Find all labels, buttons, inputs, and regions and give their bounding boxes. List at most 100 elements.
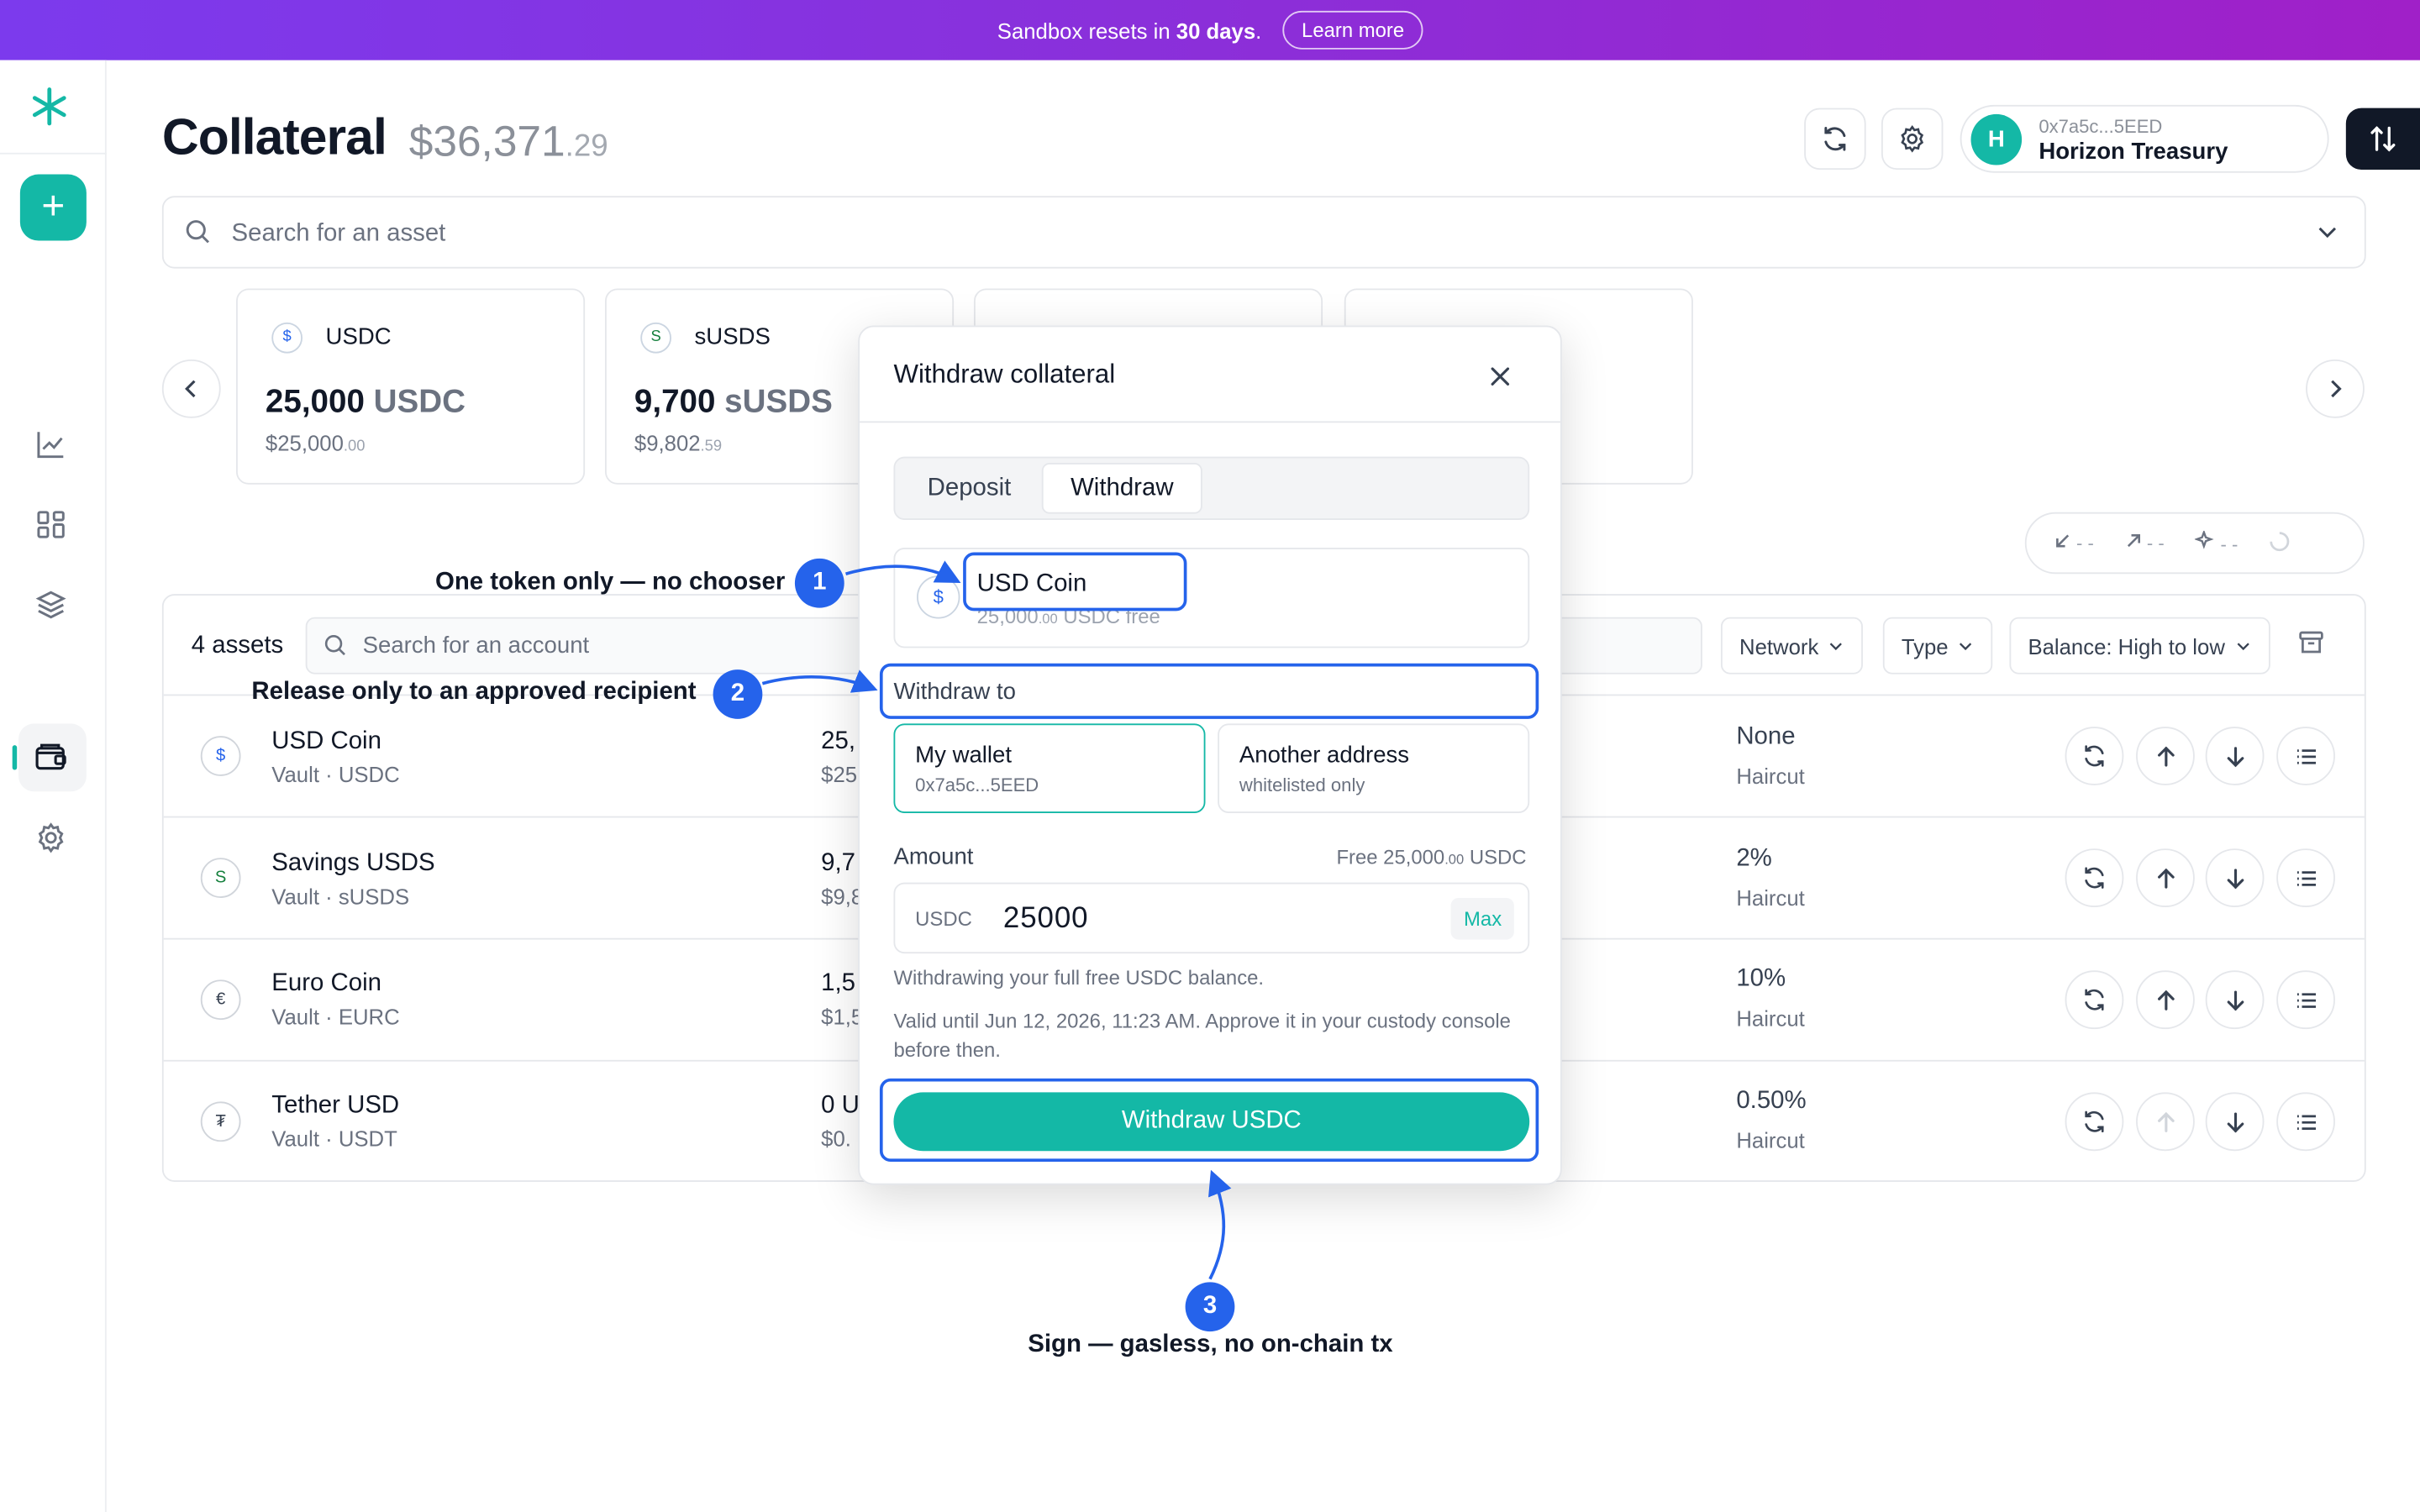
chevron-down-icon[interactable] xyxy=(2315,219,2339,252)
modal-divider xyxy=(860,421,1560,423)
banner-text: Sandbox resets in 30 days. xyxy=(997,18,1262,43)
amount-value[interactable]: 25000 xyxy=(1003,902,1089,936)
another-address-option[interactable]: Another address whitelisted only xyxy=(1218,723,1530,813)
deposit-withdraw-tabs: Deposit Withdraw xyxy=(893,456,1530,520)
haircut-value: 10% xyxy=(1736,965,1786,993)
asset-balance-usd: $1,5 xyxy=(821,1004,864,1030)
asset-card[interactable]: $ USDC 25,000 USDC $25,000.00 xyxy=(236,288,586,485)
asset-sub: Vault · EURC xyxy=(271,1004,400,1030)
amount-input[interactable]: USDC 25000 Max xyxy=(893,882,1530,954)
asset-name: Tether USD xyxy=(271,1092,400,1119)
asset-card-amount: 9,700 sUSDS xyxy=(634,384,833,420)
list-icon[interactable] xyxy=(2276,848,2335,907)
haircut-value: None xyxy=(1736,723,1796,750)
callout-2-text: Release only to an approved recipient xyxy=(251,679,697,706)
validity-note: Valid until Jun 12, 2026, 11:23 AM. Appr… xyxy=(893,1009,1511,1062)
my-wallet-option[interactable]: My wallet 0x7a5c...5EED xyxy=(893,723,1206,813)
asset-balance-usd: $25 xyxy=(821,762,858,787)
usdc-token-icon: $ xyxy=(200,736,241,776)
app-root: Sandbox resets in 30 days. Learn more + … xyxy=(0,0,2420,1512)
option-label: My wallet xyxy=(915,742,1013,769)
type-filter[interactable]: Type xyxy=(1882,617,1993,675)
callout-1-badge: 1 xyxy=(794,558,844,608)
asset-name: USD Coin xyxy=(271,727,381,755)
arrow-down-icon[interactable] xyxy=(2205,848,2265,907)
refresh-icon[interactable] xyxy=(2065,1092,2124,1152)
settings-button[interactable] xyxy=(1881,108,1944,171)
archive-icon[interactable] xyxy=(2298,629,2324,663)
layers-icon[interactable] xyxy=(31,585,71,625)
asset-sub: Vault · USDC xyxy=(271,762,400,787)
callout-1-text: One token only — no chooser xyxy=(434,569,786,596)
asset-card-name: USDC xyxy=(325,323,392,350)
sort-filter[interactable]: Balance: High to low xyxy=(2009,617,2270,675)
swap-button[interactable] xyxy=(2345,108,2420,171)
account-address: 0x7a5c...5EED xyxy=(2039,115,2163,138)
asset-balance: 9,7 xyxy=(821,850,856,877)
usdt-token-icon: ₮ xyxy=(200,1101,241,1142)
stats-pill: - - - - - - xyxy=(2024,512,2365,575)
option-sub: 0x7a5c...5EED xyxy=(915,774,1039,796)
asset-count: 4 assets xyxy=(191,633,284,659)
search-icon xyxy=(185,219,211,253)
chart-icon[interactable] xyxy=(31,424,71,465)
chevron-down-icon xyxy=(2236,643,2249,651)
susds-token-icon: S xyxy=(200,858,241,898)
arrow-down-icon[interactable] xyxy=(2205,1092,2265,1152)
gear-icon[interactable] xyxy=(31,817,71,858)
account-switcher[interactable]: H 0x7a5c...5EED Horizon Treasury xyxy=(1960,104,2329,173)
asset-balance: 25, xyxy=(821,727,856,755)
close-icon[interactable] xyxy=(1486,363,1514,398)
list-icon[interactable] xyxy=(2276,727,2335,785)
haircut-label: Haircut xyxy=(1736,1005,1805,1031)
asset-search-input[interactable]: Search for an asset xyxy=(161,196,2366,269)
max-button[interactable]: Max xyxy=(1451,897,1514,940)
refresh-icon[interactable] xyxy=(2065,970,2124,1030)
amount-currency: USDC xyxy=(915,907,972,931)
search-icon xyxy=(324,634,348,665)
tab-withdraw[interactable]: Withdraw xyxy=(1041,463,1202,514)
learn-more-button[interactable]: Learn more xyxy=(1283,10,1423,50)
usdc-token-icon: $ xyxy=(917,575,960,619)
chevron-down-icon xyxy=(1830,643,1843,651)
arrow-up-icon[interactable] xyxy=(2136,848,2195,907)
wallet-icon[interactable] xyxy=(31,738,71,778)
asset-balance: 1,5 xyxy=(821,970,856,997)
network-filter[interactable]: Network xyxy=(1720,617,1864,675)
arrow-up-icon[interactable] xyxy=(2136,727,2195,785)
carousel-next-button[interactable] xyxy=(2306,359,2365,418)
arrow-down-icon[interactable] xyxy=(2205,727,2265,785)
refresh-button[interactable] xyxy=(1804,108,1866,171)
list-icon[interactable] xyxy=(2276,1092,2335,1152)
add-button[interactable]: + xyxy=(19,174,87,241)
asterisk-logo-icon[interactable] xyxy=(28,85,71,128)
asset-card-name: sUSDS xyxy=(694,323,771,350)
list-icon[interactable] xyxy=(2276,970,2335,1030)
sidebar-active-indicator xyxy=(12,745,18,770)
option-label: Another address xyxy=(1239,742,1410,769)
asset-sub: Vault · USDT xyxy=(271,1126,397,1152)
callout-2-badge: 2 xyxy=(713,669,763,719)
callout-3-text: Sign — gasless, no on-chain tx xyxy=(1028,1331,1393,1358)
haircut-label: Haircut xyxy=(1736,885,1805,911)
page-title: Collateral xyxy=(161,108,387,165)
refresh-icon[interactable] xyxy=(2065,727,2124,785)
withdraw-modal: Withdraw collateral Deposit Withdraw $ U… xyxy=(858,325,1562,1185)
account-search-placeholder: Search for an account xyxy=(362,633,590,659)
avatar: H xyxy=(1970,113,2023,165)
haircut-label: Haircut xyxy=(1736,1127,1805,1153)
amount-label: Amount xyxy=(893,843,974,870)
withdraw-to-highlight xyxy=(879,663,1539,719)
asset-card-usd: $9,802.59 xyxy=(634,430,723,455)
amount-free-balance: Free 25,000.00 USDC xyxy=(1336,845,1527,869)
susds-token-icon: S xyxy=(640,322,671,354)
submit-highlight xyxy=(879,1078,1539,1163)
carousel-prev-button[interactable] xyxy=(161,359,221,418)
total-value: $36,371.29 xyxy=(408,117,608,165)
refresh-icon[interactable] xyxy=(2065,848,2124,907)
grid-icon[interactable] xyxy=(31,505,71,545)
arrow-up-icon[interactable] xyxy=(2136,970,2195,1030)
tab-deposit[interactable]: Deposit xyxy=(900,463,1039,514)
asset-card-amount: 25,000 USDC xyxy=(265,384,466,420)
arrow-down-icon[interactable] xyxy=(2205,970,2265,1030)
